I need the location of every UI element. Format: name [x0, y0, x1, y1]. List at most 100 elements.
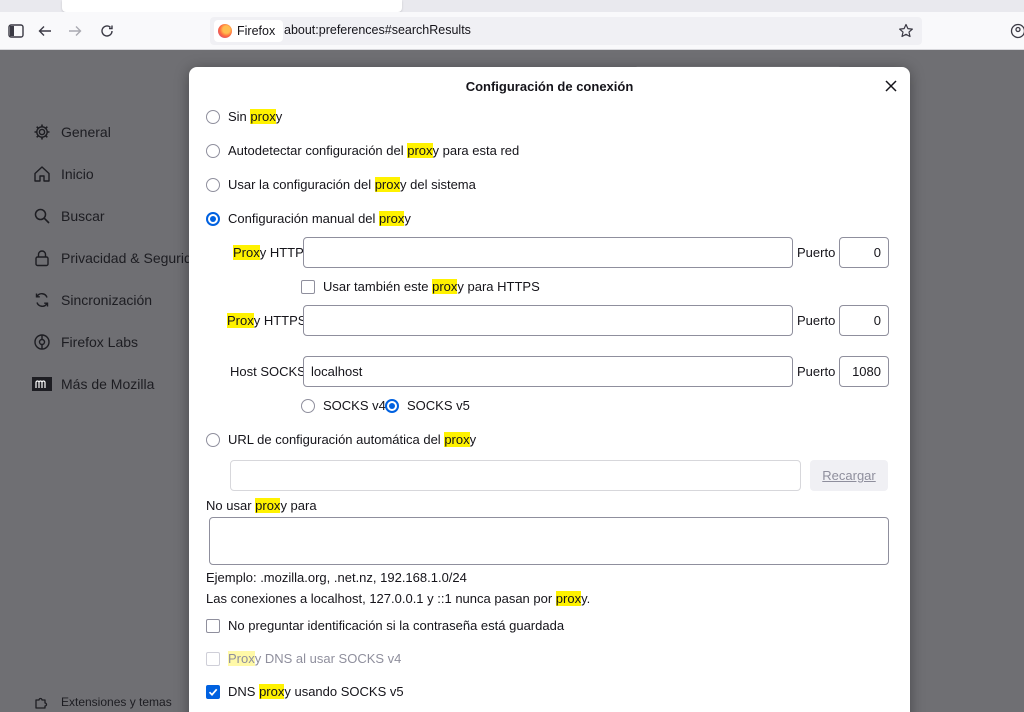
home-icon — [32, 164, 52, 184]
no-proxy-for-textarea[interactable] — [209, 517, 889, 565]
sidebar-item-mozilla[interactable]: Más de Mozilla — [32, 372, 154, 396]
sidebar-item-home[interactable]: Inicio — [32, 162, 94, 186]
checkbox-no-auth-prompt[interactable] — [206, 618, 220, 633]
search-highlight: prox — [374, 177, 400, 192]
sidebar-item-label: Inicio — [61, 166, 94, 182]
option-manual-proxy[interactable]: Configuración manual del proxy — [206, 211, 411, 226]
account-icon[interactable] — [1006, 19, 1024, 43]
option-no-auth-prompt[interactable]: No preguntar identificación si la contra… — [206, 618, 564, 633]
search-highlight: prox — [259, 684, 285, 699]
checkbox-dns-socks5[interactable] — [206, 684, 220, 699]
forward-icon[interactable] — [63, 19, 87, 43]
option-autodetect[interactable]: Autodetectar configuración del proxy par… — [206, 143, 519, 158]
url-bar[interactable]: Firefox about:preferences#searchResults — [210, 17, 922, 45]
lock-icon — [32, 248, 52, 268]
search-highlight: prox — [379, 211, 405, 226]
label-text: Autodetectar configuración del — [228, 143, 408, 158]
option-system-proxy[interactable]: Usar la configuración del proxy del sist… — [206, 177, 476, 192]
labs-icon — [32, 332, 52, 352]
radio-pac-url[interactable] — [206, 432, 220, 447]
bookmark-star-icon[interactable] — [896, 21, 916, 41]
http-port-input[interactable]: 0 — [839, 237, 889, 268]
label-text: y. — [581, 591, 591, 606]
label-text: Usar también este — [323, 279, 433, 294]
radio-system-proxy[interactable] — [206, 177, 220, 192]
radio-socks-v5[interactable] — [385, 398, 399, 413]
option-dns-socks5[interactable]: DNS proxy usando SOCKS v5 — [206, 684, 404, 699]
pac-url-input[interactable] — [230, 460, 801, 491]
label-text: No usar — [206, 498, 256, 513]
back-icon[interactable] — [33, 19, 57, 43]
url-text[interactable]: about:preferences#searchResults — [284, 23, 471, 37]
https-port-label: Puerto — [797, 313, 836, 328]
identity-box[interactable]: Firefox — [214, 20, 284, 42]
label-text: DNS — [228, 684, 260, 699]
sidebar-item-label: Sincronización — [61, 292, 153, 308]
no-proxy-for-label: No usar proxy para — [206, 498, 317, 513]
checkmark-icon — [208, 688, 218, 696]
mozilla-icon — [32, 374, 52, 394]
nav-toolbar: Firefox about:preferences#searchResults — [0, 12, 1024, 50]
sidebar-item-label: Más de Mozilla — [61, 376, 155, 392]
reload-button[interactable]: Recargar — [810, 460, 888, 491]
tab-strip — [0, 0, 1024, 12]
connection-settings-dialog: Configuración de conexión Sin proxy Auto… — [189, 67, 910, 712]
http-port-label: Puerto — [797, 245, 836, 260]
https-proxy-input[interactable] — [303, 305, 793, 336]
option-dns-socks4: Proxy DNS al usar SOCKS v4 — [206, 651, 401, 666]
sync-icon — [32, 290, 52, 310]
label-text: y del sistema — [400, 177, 476, 192]
gear-icon — [32, 122, 52, 142]
sidebar-item-privacy[interactable]: Privacidad & Seguridad — [32, 246, 207, 270]
sidebar-item-sync[interactable]: Sincronización — [32, 288, 152, 312]
socks-port-input[interactable]: 1080 — [839, 356, 889, 387]
close-icon[interactable] — [880, 75, 902, 97]
option-also-https[interactable]: Usar también este proxy para HTTPS — [301, 279, 540, 294]
option-socks-v5[interactable]: SOCKS v5 — [385, 398, 470, 413]
search-highlight: prox — [255, 498, 281, 513]
sidebar-item-label: General — [61, 124, 111, 140]
label-text: Las conexiones a localhost, 127.0.0.1 y … — [206, 591, 556, 606]
search-highlight: Prox — [228, 651, 255, 666]
label-text: SOCKS v5 — [407, 398, 470, 413]
sidebar-toggle-icon[interactable] — [4, 19, 28, 43]
http-proxy-input[interactable] — [303, 237, 793, 268]
sidebar-item-search[interactable]: Buscar — [32, 204, 105, 228]
label-text: y para HTTPS — [457, 279, 540, 294]
search-highlight: prox — [432, 279, 458, 294]
example-text: Ejemplo: .mozilla.org, .net.nz, 192.168.… — [206, 570, 467, 585]
option-pac-url[interactable]: URL de configuración automática del prox… — [206, 432, 476, 447]
search-highlight: prox — [444, 432, 470, 447]
sidebar-item-general[interactable]: General — [32, 120, 111, 144]
radio-no-proxy[interactable] — [206, 109, 220, 124]
socks-host-input[interactable]: localhost — [303, 356, 793, 387]
radio-manual-proxy[interactable] — [206, 211, 220, 226]
firefox-logo-icon — [218, 24, 232, 38]
label-text: y para — [280, 498, 317, 513]
label-text: y HTTP — [259, 245, 304, 260]
sidebar-item-labs[interactable]: Firefox Labs — [32, 330, 138, 354]
dialog-title: Configuración de conexión — [465, 78, 634, 94]
option-socks-v4[interactable]: SOCKS v4 — [301, 398, 386, 413]
sidebar-item-label: Extensiones y temas — [61, 695, 172, 709]
search-highlight: prox — [250, 109, 276, 124]
label-text: y HTTPS — [253, 313, 307, 328]
checkbox-also-https[interactable] — [301, 279, 315, 294]
label-text: Sin — [228, 109, 251, 124]
active-tab[interactable] — [62, 0, 402, 12]
https-port-input[interactable]: 0 — [839, 305, 889, 336]
checkbox-dns-socks4 — [206, 651, 220, 666]
label-text: y — [469, 432, 477, 447]
radio-autodetect[interactable] — [206, 143, 220, 158]
http-proxy-label: Proxy HTTP — [233, 245, 304, 260]
search-highlight: Prox — [233, 245, 260, 260]
option-no-proxy[interactable]: Sin proxy — [206, 109, 282, 124]
radio-socks-v4[interactable] — [301, 398, 315, 413]
sidebar-item-label: Buscar — [61, 208, 105, 224]
localhost-note: Las conexiones a localhost, 127.0.0.1 y … — [206, 591, 590, 606]
sidebar-item-extensions[interactable]: Extensiones y temas — [32, 690, 172, 712]
label-text: SOCKS v4 — [323, 398, 386, 413]
label-text: No preguntar identificación si la contra… — [228, 618, 565, 633]
reload-icon[interactable] — [95, 19, 119, 43]
search-highlight: prox — [407, 143, 433, 158]
